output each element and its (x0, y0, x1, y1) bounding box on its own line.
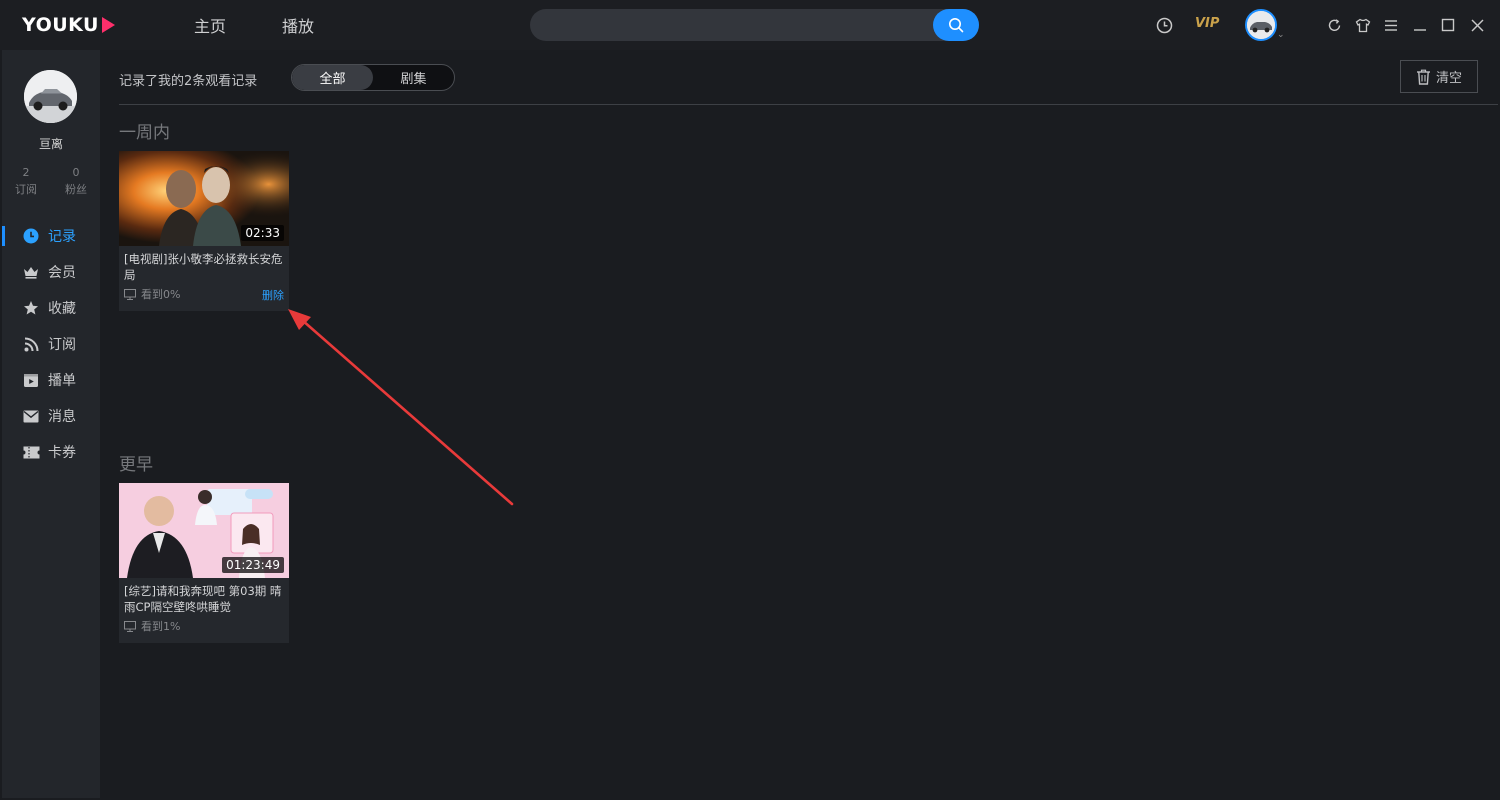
sidebar-item-history[interactable]: 记录 (2, 218, 100, 254)
video-thumbnail[interactable]: 02:33 (119, 151, 289, 246)
star-icon (22, 299, 40, 317)
clock-icon (1156, 17, 1172, 33)
sidebar-item-label: 订阅 (48, 337, 76, 353)
logo-play-icon (101, 17, 115, 33)
watch-progress: 看到0% 删除 (119, 284, 289, 304)
filter-toggle: 全部 剧集 (291, 64, 455, 91)
clear-label: 清空 (1435, 71, 1462, 86)
record-count-text: 记录了我的2条观看记录 (119, 74, 258, 89)
filter-series-button[interactable]: 剧集 (373, 65, 454, 90)
nav-home[interactable]: 主页 (194, 13, 226, 37)
menu-button[interactable] (1381, 15, 1401, 35)
video-title[interactable]: [电视剧]张小敬李必拯救长安危局 (119, 246, 289, 284)
sidebar-item-playlists[interactable]: 播单 (2, 362, 100, 398)
car-avatar-icon (24, 70, 77, 123)
progress-text: 看到0% (141, 288, 181, 301)
history-clock-button[interactable] (1154, 15, 1174, 35)
minimize-icon (1414, 29, 1426, 31)
minimize-button[interactable] (1410, 15, 1430, 35)
video-duration: 02:33 (241, 225, 284, 241)
crown-icon (22, 263, 40, 281)
refresh-button[interactable] (1324, 15, 1344, 35)
youku-logo[interactable]: YOUKU (22, 12, 115, 38)
subscriptions-count: 2 (22, 166, 30, 179)
video-thumbnail[interactable]: 01:23:49 (119, 483, 289, 578)
history-card[interactable]: 02:33 [电视剧]张小敬李必拯救长安危局 看到0% 删除 (119, 151, 289, 311)
hamburger-icon (1385, 19, 1397, 31)
annotation-arrow (288, 309, 514, 506)
rss-icon (22, 335, 40, 353)
sidebar-item-coupons[interactable]: 卡券 (2, 434, 100, 470)
sidebar-item-favorites[interactable]: 收藏 (2, 290, 100, 326)
trash-icon (1416, 69, 1430, 85)
sidebar-menu: 记录 会员 收藏 订阅 播单 消息 卡券 (2, 218, 100, 470)
monitor-icon (124, 288, 136, 300)
playlist-icon (22, 371, 40, 389)
title-bar: YOUKU 主页 播放 VIP ⌄ (0, 0, 1500, 50)
video-title[interactable]: [综艺]请和我奔现吧 第03期 晴雨CP隔空壁咚哄睡觉 (119, 578, 289, 616)
search-button[interactable] (933, 9, 979, 41)
progress-text: 看到1% (141, 620, 181, 633)
filter-all-button[interactable]: 全部 (292, 65, 373, 90)
search-input[interactable] (544, 9, 924, 41)
fans-count: 0 (72, 166, 80, 179)
refresh-icon (1328, 18, 1340, 31)
section-title-earlier: 更早 (119, 455, 153, 475)
header-avatar[interactable] (1245, 9, 1277, 41)
clock-icon (22, 227, 40, 245)
mail-icon (22, 407, 40, 425)
sidebar-item-label: 记录 (48, 229, 76, 245)
sidebar-item-label: 会员 (48, 265, 76, 281)
tshirt-icon (1355, 18, 1371, 32)
fans-stat[interactable]: 0 粉丝 (56, 164, 96, 198)
video-duration: 01:23:49 (222, 557, 284, 573)
sidebar-item-membership[interactable]: 会员 (2, 254, 100, 290)
sidebar-item-label: 收藏 (48, 301, 76, 317)
clear-history-button[interactable]: 清空 (1400, 60, 1478, 93)
vip-button[interactable]: VIP (1195, 16, 1219, 31)
search-icon (949, 18, 964, 33)
fans-label: 粉丝 (65, 183, 87, 196)
sidebar-item-subscriptions[interactable]: 订阅 (2, 326, 100, 362)
skin-button[interactable] (1353, 15, 1373, 35)
search-bar[interactable] (530, 9, 979, 41)
username[interactable]: 亘离 (2, 135, 100, 152)
car-avatar-icon (1247, 11, 1275, 39)
history-card[interactable]: 01:23:49 [综艺]请和我奔现吧 第03期 晴雨CP隔空壁咚哄睡觉 看到1… (119, 483, 289, 643)
close-button[interactable] (1467, 15, 1487, 35)
delete-button[interactable]: 删除 (262, 287, 284, 303)
avatar-caret-icon[interactable]: ⌄ (1277, 30, 1285, 40)
ticket-icon (22, 443, 40, 461)
sidebar-item-label: 播单 (48, 373, 76, 389)
profile-avatar[interactable] (24, 70, 77, 123)
maximize-button[interactable] (1438, 15, 1458, 35)
maximize-icon (1441, 18, 1455, 32)
monitor-icon (124, 620, 136, 632)
close-icon (1471, 19, 1483, 31)
sidebar: 亘离 2 订阅 0 粉丝 记录 会员 收藏 订阅 播单 消息 卡券 (2, 50, 100, 798)
logo-text: YOUKU (22, 14, 99, 36)
sidebar-item-label: 卡券 (48, 445, 76, 461)
section-title-this-week: 一周内 (119, 123, 170, 143)
sidebar-item-label: 消息 (48, 409, 76, 425)
subscriptions-stat[interactable]: 2 订阅 (6, 164, 46, 198)
nav-play[interactable]: 播放 (282, 13, 314, 37)
header-divider (119, 104, 1498, 105)
watch-progress: 看到1% (119, 616, 289, 636)
subscriptions-label: 订阅 (15, 183, 37, 196)
sidebar-item-messages[interactable]: 消息 (2, 398, 100, 434)
